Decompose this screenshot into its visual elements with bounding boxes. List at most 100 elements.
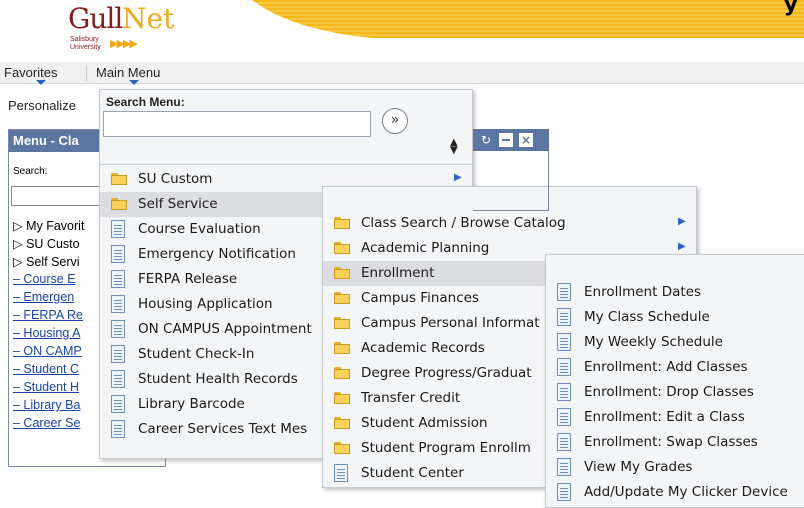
page-icon (111, 370, 125, 388)
menu-item-label: Student Center (361, 465, 464, 481)
menu-item-label: FERPA Release (138, 271, 238, 287)
page-icon (557, 358, 571, 376)
menu-item-label: Enrollment Dates (584, 284, 701, 300)
folder-icon (334, 367, 350, 379)
menu-item[interactable]: Enrollment: Swap Classes (546, 430, 804, 455)
sort-arrows-icon[interactable]: ▲ ▼ (450, 138, 458, 156)
folder-icon (334, 342, 350, 354)
page-icon (557, 433, 571, 451)
menu-item-label: Student Program Enrollm (361, 440, 531, 456)
submenu-arrow-icon: ▶ (454, 172, 462, 183)
menu-item[interactable]: My Weekly Schedule (546, 330, 804, 355)
folder-icon (111, 198, 127, 210)
pagelet-search-label: Search: (13, 166, 48, 177)
pagelet-link[interactable]: – Student C (13, 362, 79, 376)
personalize-link[interactable]: Personalize (8, 98, 76, 113)
menu-item[interactable]: Enrollment: Add Classes (546, 355, 804, 380)
main-menu-dropdown-icon (129, 80, 139, 85)
page-icon (111, 295, 125, 313)
search-go-button[interactable]: » (382, 108, 408, 134)
logo-arrows-icon: ▶▶▶▶ (110, 37, 138, 50)
page-icon (557, 408, 571, 426)
menu-item-label: Class Search / Browse Catalog (361, 215, 566, 231)
menu-item-label: Enrollment: Drop Classes (584, 384, 754, 400)
menu-item-label: Student Admission (361, 415, 488, 431)
banner-text: y (783, 0, 798, 17)
refresh-icon[interactable]: ↻ (479, 133, 493, 147)
pagelet-header-right: ↻ × (473, 129, 549, 151)
pagelet-link[interactable]: – FERPA Re (13, 308, 83, 322)
menu-item-label: Campus Finances (361, 290, 479, 306)
header-banner (252, 0, 804, 38)
menu-item-label: Housing Application (138, 296, 273, 312)
menu-item-label: ON CAMPUS Appointment (138, 321, 312, 337)
search-menu-label: Search Menu: (106, 95, 185, 109)
page-icon (557, 458, 571, 476)
pagelet-title: Menu - Cla (13, 133, 79, 148)
page-icon (557, 283, 571, 301)
enrollment-submenu: Enrollment Dates My Class Schedule My Week… (545, 254, 804, 508)
menu-item[interactable]: Enrollment Dates (546, 280, 804, 305)
menu-item[interactable]: Enrollment: Drop Classes (546, 380, 804, 405)
folder-icon (334, 417, 350, 429)
menu-item-label: Library Barcode (138, 396, 245, 412)
menu-item-label: Degree Progress/Graduat (361, 365, 532, 381)
menu-item-label: Enrollment (361, 265, 435, 281)
close-icon[interactable]: × (519, 133, 533, 147)
submenu-arrow-icon: ▶ (678, 241, 686, 252)
menu-item-label: Academic Planning (361, 240, 490, 256)
minimize-icon[interactable] (499, 133, 513, 147)
folder-icon (334, 442, 350, 454)
menu-item-label: My Class Schedule (584, 309, 710, 325)
menu-item-label: My Weekly Schedule (584, 334, 723, 350)
pagelet-folder[interactable]: ▷ My Favorit (13, 218, 84, 233)
page-icon (111, 270, 125, 288)
menu-item-label: Emergency Notification (138, 246, 296, 262)
nav-main-menu[interactable]: Main Menu (96, 65, 160, 80)
logo-brand-left: Gull (68, 2, 123, 35)
menu-item[interactable]: Class Search / Browse Catalog ▶ (323, 211, 698, 236)
menu-item-label: Add/Update My Clicker Device (584, 484, 788, 500)
menu-item-label: Campus Personal Informat (361, 315, 540, 331)
folder-icon (334, 217, 350, 229)
double-chevron-right-icon: » (390, 112, 400, 128)
page-icon (111, 420, 125, 438)
menu-item-label: Career Services Text Mes (138, 421, 308, 437)
page-icon (111, 395, 125, 413)
page-icon (111, 345, 125, 363)
page-icon (111, 245, 125, 263)
pagelet-link[interactable]: – Housing A (13, 326, 80, 340)
pagelet-edge (473, 151, 549, 211)
folder-icon (334, 292, 350, 304)
menu-item-label: Enrollment: Add Classes (584, 359, 748, 375)
menu-separator (100, 164, 472, 165)
menu-item[interactable]: Add/Update My Clicker Device (546, 480, 804, 505)
logo-brand-right: Net (122, 2, 175, 35)
page-icon (557, 383, 571, 401)
top-navbar: Favorites Main Menu (0, 62, 804, 85)
menu-item[interactable]: Enrollment: Edit a Class (546, 405, 804, 430)
pagelet-link[interactable]: – ON CAMP (13, 344, 82, 358)
pagelet-link[interactable]: – Course E (13, 272, 76, 286)
page-icon (557, 308, 571, 326)
menu-item[interactable]: My Class Schedule (546, 305, 804, 330)
search-menu-input[interactable] (103, 111, 371, 137)
page-icon (557, 483, 571, 501)
pagelet-link[interactable]: – Student H (13, 380, 79, 394)
page-icon (111, 320, 125, 338)
favorites-dropdown-icon (36, 80, 46, 85)
pagelet-folder[interactable]: ▷ Self Servi (13, 254, 80, 269)
folder-icon (334, 392, 350, 404)
menu-item-label: Self Service (138, 196, 218, 212)
pagelet-link[interactable]: – Career Se (13, 416, 80, 430)
nav-separator (86, 65, 87, 81)
nav-favorites[interactable]: Favorites (4, 65, 57, 80)
folder-icon (334, 242, 350, 254)
page-icon (111, 220, 125, 238)
gullnet-logo: Gull Net Salisbury University ▶▶▶▶ (60, 0, 174, 62)
logo-institution: Salisbury University (70, 36, 101, 51)
menu-item[interactable]: View My Grades (546, 455, 804, 480)
pagelet-folder[interactable]: ▷ SU Custo (13, 236, 80, 251)
pagelet-link[interactable]: – Emergen (13, 290, 74, 304)
pagelet-link[interactable]: – Library Ba (13, 398, 80, 412)
